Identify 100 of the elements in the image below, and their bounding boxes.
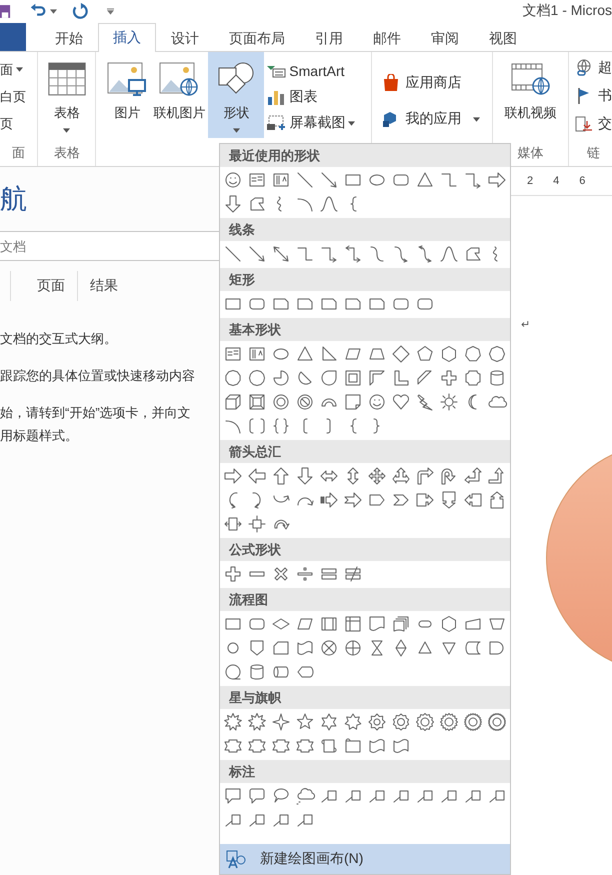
- ribbon-tab[interactable]: 开始: [40, 24, 98, 52]
- callout-quad-arrow-icon[interactable]: [247, 514, 267, 534]
- star-icon[interactable]: [343, 712, 363, 732]
- picture-button[interactable]: 图片: [104, 56, 150, 166]
- quad-arrow-icon[interactable]: [367, 466, 387, 486]
- new-drawing-canvas-item[interactable]: 新建绘图画布(N): [220, 844, 510, 874]
- smiley-icon[interactable]: [223, 170, 243, 190]
- not-equal-icon[interactable]: [343, 564, 363, 584]
- callout-rect-icon[interactable]: [223, 786, 243, 806]
- pane-tab[interactable]: 结果: [78, 271, 130, 301]
- explosion-icon[interactable]: [247, 712, 267, 732]
- redo-icon[interactable]: [71, 2, 89, 20]
- store-button[interactable]: 应用商店: [382, 70, 492, 96]
- striped-arrow-icon[interactable]: [319, 490, 339, 510]
- right-arrow-icon[interactable]: [223, 466, 243, 486]
- star-icon[interactable]: [271, 712, 291, 732]
- folded-corner-icon[interactable]: [343, 392, 363, 412]
- line-arrow-icon[interactable]: [247, 244, 267, 264]
- ribbon-button[interactable]: 页: [0, 110, 38, 137]
- notched-arrow-icon[interactable]: [343, 490, 363, 510]
- hyperlink-button[interactable]: 超: [574, 56, 612, 80]
- online-picture-button[interactable]: 联机图片: [150, 56, 208, 166]
- plus-icon[interactable]: [223, 564, 243, 584]
- line-arrow-icon[interactable]: [319, 170, 339, 190]
- no-symbol-icon[interactable]: [295, 392, 315, 412]
- cube-icon[interactable]: [223, 392, 243, 412]
- ribbon-tab[interactable]: 邮件: [358, 24, 416, 52]
- curve-icon[interactable]: [439, 244, 459, 264]
- callout-cloud-icon[interactable]: [295, 786, 315, 806]
- lightning-icon[interactable]: [415, 392, 435, 412]
- seal-icon[interactable]: [439, 712, 459, 732]
- hexagon-icon[interactable]: [439, 344, 459, 364]
- bookmark-button[interactable]: 书: [574, 84, 612, 108]
- ribbon-tab[interactable]: 页面布局: [214, 24, 300, 52]
- dodecagon-icon[interactable]: [247, 368, 267, 388]
- screenshot-button[interactable]: 屏幕截图: [266, 110, 356, 136]
- diamond-icon[interactable]: [391, 344, 411, 364]
- heart-icon[interactable]: [391, 392, 411, 412]
- shapes-button[interactable]: 形状: [208, 52, 264, 138]
- callout-rounded-icon[interactable]: [247, 786, 267, 806]
- seal-icon[interactable]: [415, 712, 435, 732]
- document-icon[interactable]: [367, 614, 387, 634]
- ribbon-tab[interactable]: 设计: [156, 24, 214, 52]
- internal-storage-icon[interactable]: [343, 614, 363, 634]
- table-button[interactable]: 表格: [44, 56, 90, 144]
- bracket-pair-icon[interactable]: [247, 416, 267, 436]
- save-icon[interactable]: [0, 4, 11, 18]
- ribbon-button[interactable]: 面: [0, 56, 38, 83]
- pie-icon[interactable]: [271, 368, 291, 388]
- line-icon[interactable]: [223, 244, 243, 264]
- octagon-icon[interactable]: [487, 344, 507, 364]
- ribbon-tab[interactable]: 引用: [300, 24, 358, 52]
- punched-tape-icon[interactable]: [295, 638, 315, 658]
- multidocument-icon[interactable]: [391, 614, 411, 634]
- ribbon-tab[interactable]: 审阅: [416, 24, 474, 52]
- left-arrow-icon[interactable]: [247, 466, 267, 486]
- left-right-up-arrow-icon[interactable]: [391, 466, 411, 486]
- summing-junction-icon[interactable]: [319, 638, 339, 658]
- chart-button[interactable]: 图表: [266, 84, 318, 110]
- sun-icon[interactable]: [439, 392, 459, 412]
- pane-tab[interactable]: 页面: [11, 271, 78, 301]
- seal-icon[interactable]: [391, 712, 411, 732]
- cross-reference-button[interactable]: 交: [574, 112, 612, 136]
- plus-icon[interactable]: [439, 368, 459, 388]
- right-arrow-icon[interactable]: [487, 170, 507, 190]
- left-up-arrow-icon[interactable]: [463, 466, 483, 486]
- curve-icon[interactable]: [319, 194, 339, 214]
- teardrop-icon[interactable]: [319, 368, 339, 388]
- seal-icon[interactable]: [367, 712, 387, 732]
- ribbon-tab[interactable]: 插入: [98, 23, 156, 52]
- line-icon[interactable]: [295, 170, 315, 190]
- half-frame-icon[interactable]: [367, 368, 387, 388]
- ribbon-tab[interactable]: 视图: [474, 24, 532, 52]
- frame-icon[interactable]: [343, 368, 363, 388]
- star-icon[interactable]: [295, 712, 315, 732]
- wave-icon[interactable]: [391, 736, 411, 756]
- online-video-button[interactable]: 联机视频: [502, 56, 560, 144]
- down-arrow-icon[interactable]: [295, 466, 315, 486]
- bevel-icon[interactable]: [247, 392, 267, 412]
- brace-pair-icon[interactable]: [271, 416, 291, 436]
- smiley-icon[interactable]: [367, 392, 387, 412]
- or-icon[interactable]: [343, 638, 363, 658]
- seal-icon[interactable]: [487, 712, 507, 732]
- star-icon[interactable]: [319, 712, 339, 732]
- bent-arrow-icon[interactable]: [415, 466, 435, 486]
- line-double-arrow-icon[interactable]: [271, 244, 291, 264]
- customize-caret-icon[interactable]: [107, 8, 114, 14]
- plaque-icon[interactable]: [463, 368, 483, 388]
- hexagon-icon[interactable]: [439, 614, 459, 634]
- heptagon-icon[interactable]: [463, 344, 483, 364]
- smartart-button[interactable]: SmartArt: [266, 58, 345, 84]
- decagon-icon[interactable]: [223, 368, 243, 388]
- seal-icon[interactable]: [463, 712, 483, 732]
- elbow-double-arrow-icon[interactable]: [343, 244, 363, 264]
- ribbon-button[interactable]: 白页: [0, 83, 38, 110]
- wave-icon[interactable]: [367, 736, 387, 756]
- up-arrow-icon[interactable]: [271, 466, 291, 486]
- my-apps-button[interactable]: 我的应用: [382, 106, 492, 132]
- donut-icon[interactable]: [271, 392, 291, 412]
- caret-icon[interactable]: [50, 8, 57, 14]
